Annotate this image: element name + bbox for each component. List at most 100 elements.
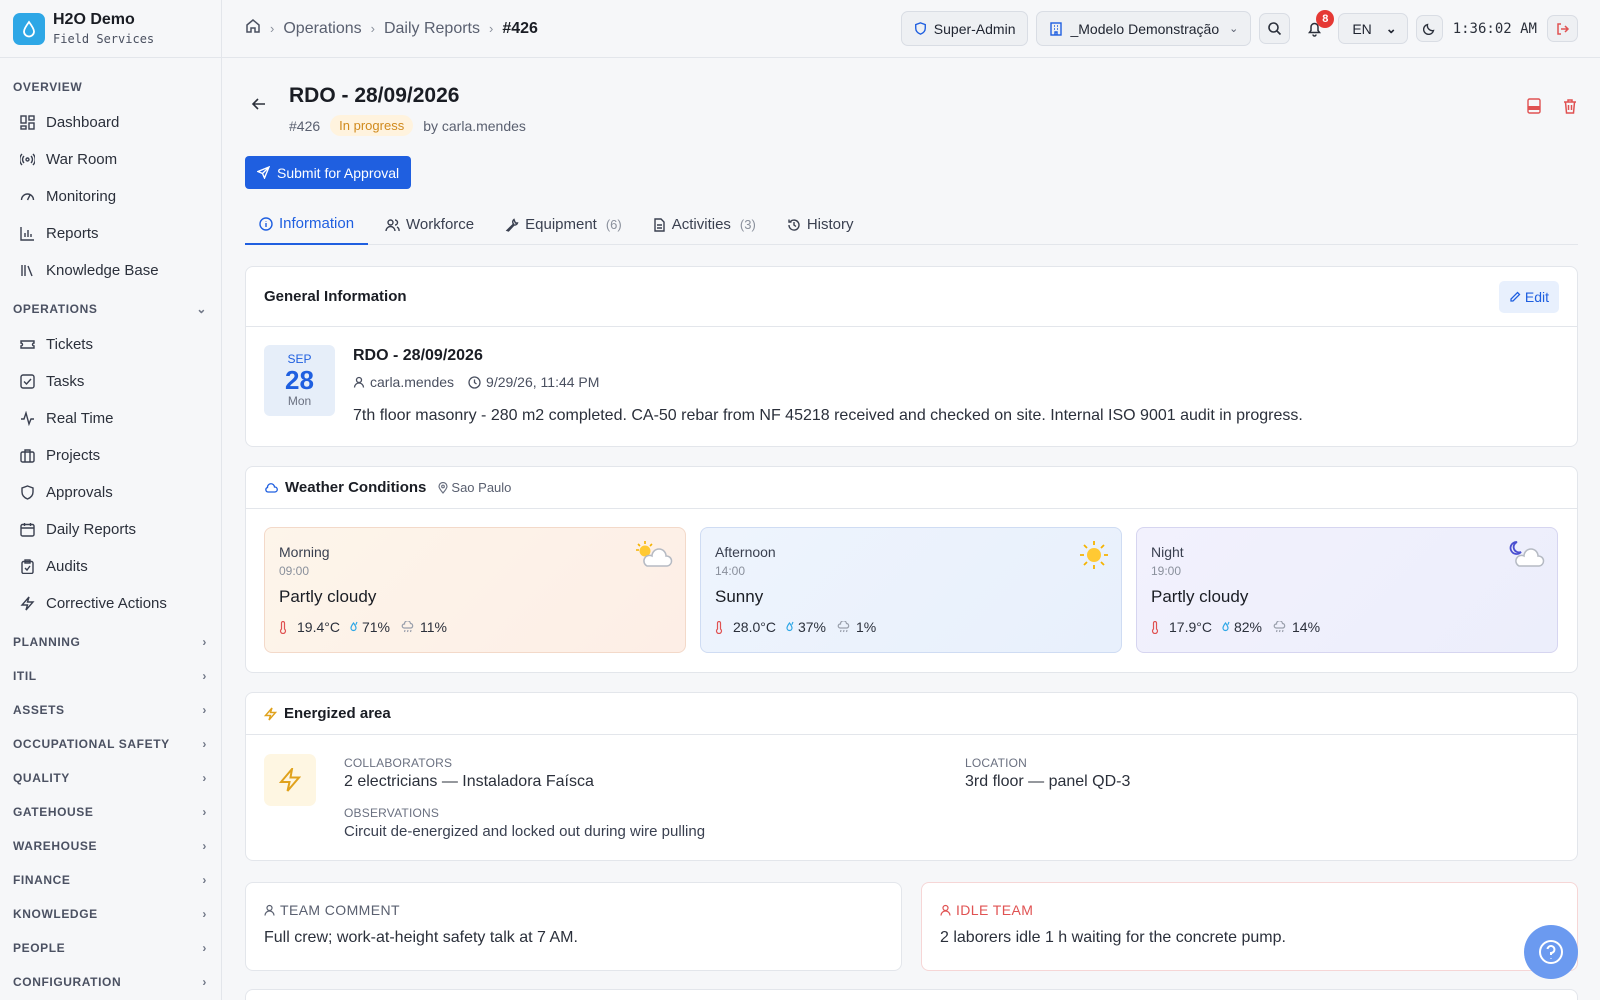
section-warehouse[interactable]: WAREHOUSE ›	[0, 829, 221, 863]
pin-icon	[438, 481, 449, 494]
sidebar-item-knowledge-base[interactable]: Knowledge Base	[0, 252, 221, 289]
sidebar-item-reports[interactable]: Reports	[0, 215, 221, 252]
sidebar-item-war-room[interactable]: War Room	[0, 141, 221, 178]
next-card-edge	[245, 989, 1578, 1000]
topbar: › Operations › Daily Reports › #426 Supe…	[222, 0, 1600, 58]
weather-temp: 17.9°C	[1169, 619, 1212, 635]
header-actions	[1526, 98, 1578, 114]
sidebar-item-daily-reports[interactable]: Daily Reports	[0, 511, 221, 548]
section-itil[interactable]: ITIL ›	[0, 659, 221, 693]
tab-workforce[interactable]: Workforce	[371, 204, 488, 245]
weather-period: Morning	[279, 544, 330, 560]
team-comment-card: TEAM COMMENT Full crew; work-at-height s…	[245, 882, 902, 971]
brand-subtitle: Field Services	[53, 32, 155, 46]
weather-afternoon: Afternoon 14:00 Sunny 28.0°C 37% 1%	[700, 527, 1122, 653]
tab-activities[interactable]: Activities (3)	[639, 204, 770, 245]
section-people[interactable]: PEOPLE ›	[0, 931, 221, 965]
weather-stats: 17.9°C 82% 14%	[1151, 619, 1543, 635]
tab-bar: Information Workforce Equipment (6) Acti…	[245, 204, 1578, 245]
sidebar-item-label: Monitoring	[46, 188, 117, 205]
page-header: RDO - 28/09/2026 #426 In progress by car…	[245, 58, 1578, 140]
calendar-icon	[19, 522, 35, 538]
logout-button[interactable]	[1547, 15, 1578, 42]
broadcast-icon	[19, 152, 35, 168]
weather-humidity: 82%	[1233, 619, 1262, 635]
search-button[interactable]	[1259, 13, 1291, 44]
notifications-button[interactable]: 8	[1299, 10, 1335, 44]
section-quality[interactable]: QUALITY ›	[0, 761, 221, 795]
section-overview: OVERVIEW	[13, 80, 83, 94]
submit-for-approval-button[interactable]: Submit for Approval	[245, 156, 412, 189]
pdf-icon[interactable]	[1526, 98, 1542, 114]
entry-description: 7th floor masonry - 280 m2 completed. CA…	[353, 407, 1303, 424]
section-finance[interactable]: FINANCE ›	[0, 863, 221, 897]
lightning-icon	[264, 754, 316, 806]
card-title: General Information	[246, 267, 1577, 327]
weather-rain: 14%	[1292, 619, 1321, 635]
rain-icon	[836, 621, 850, 633]
chevron-right-icon: ›	[202, 907, 207, 921]
sidebar-item-projects[interactable]: Projects	[0, 437, 221, 474]
weather-morning: Morning 09:00 Partly cloudy 19.4°C 71% 1…	[264, 527, 686, 653]
back-arrow-icon[interactable]	[251, 96, 267, 117]
page-title: RDO - 28/09/2026	[289, 84, 460, 107]
sidebar-item-monitoring[interactable]: Monitoring	[0, 178, 221, 215]
chevron-right-icon: ›	[202, 805, 207, 819]
sidebar-item-label: Knowledge Base	[46, 262, 159, 279]
field-label: OBSERVATIONS	[344, 806, 440, 820]
sidebar-item-real-time[interactable]: Real Time	[0, 400, 221, 437]
edit-label: Edit	[1524, 289, 1549, 305]
section-gatehouse[interactable]: GATEHOUSE ›	[0, 795, 221, 829]
section-assets[interactable]: ASSETS ›	[0, 693, 221, 727]
sidebar-item-tasks[interactable]: Tasks	[0, 363, 221, 400]
moon-icon	[1422, 22, 1436, 35]
entry-title: RDO - 28/09/2026	[353, 347, 483, 364]
user-icon	[264, 904, 275, 916]
chevron-right-icon: ›	[202, 839, 207, 853]
help-button[interactable]	[1524, 925, 1578, 979]
chevron-down-icon: ⌄	[196, 302, 207, 316]
field-value: 3rd floor — panel QD-3	[965, 773, 1131, 790]
entry-meta: carla.mendes 9/29/26, 11:44 PM	[353, 374, 599, 390]
sidebar-item-corrective-actions[interactable]: Corrective Actions	[0, 585, 221, 622]
section-operations[interactable]: OPERATIONS ⌄	[0, 292, 221, 326]
home-icon[interactable]	[245, 18, 261, 39]
chevron-right-icon: ›	[370, 21, 375, 36]
breadcrumb-daily-reports[interactable]: Daily Reports	[384, 20, 480, 38]
entry-user: carla.mendes	[370, 374, 455, 390]
tenant-selector[interactable]: _Modelo Demonstração ⌄	[1036, 11, 1252, 46]
tab-information[interactable]: Information	[245, 204, 369, 245]
general-information-card: General Information Edit SEP 28 Mon RDO …	[245, 266, 1578, 447]
tab-equipment[interactable]: Equipment (6)	[491, 204, 636, 245]
trash-icon[interactable]	[1562, 98, 1578, 114]
sidebar-item-audits[interactable]: Audits	[0, 548, 221, 585]
sidebar-item-tickets[interactable]: Tickets	[0, 326, 221, 363]
language-select[interactable]: EN ⌄	[1338, 13, 1408, 44]
breadcrumb: › Operations › Daily Reports › #426	[245, 18, 538, 39]
chevron-right-icon: ›	[202, 703, 207, 717]
card-title: Energized area	[246, 693, 1577, 735]
sidebar-item-label: Daily Reports	[46, 521, 137, 538]
breadcrumb-operations[interactable]: Operations	[283, 20, 361, 38]
section-planning[interactable]: PLANNING ›	[0, 625, 221, 659]
edit-button[interactable]: Edit	[1498, 281, 1559, 313]
role-badge[interactable]: Super-Admin	[900, 11, 1029, 46]
thermometer-icon	[279, 620, 287, 634]
tab-label: Workforce	[406, 216, 475, 233]
tab-history[interactable]: History	[773, 204, 868, 245]
chevron-right-icon: ›	[202, 771, 207, 785]
main-content: RDO - 28/09/2026 #426 In progress by car…	[245, 58, 1578, 1000]
sidebar-item-dashboard[interactable]: Dashboard	[0, 104, 221, 141]
section-knowledge[interactable]: KNOWLEDGE ›	[0, 897, 221, 931]
card-title: Weather Conditions Sao Paulo	[246, 467, 1577, 509]
shield-icon	[914, 22, 927, 35]
breadcrumb-current: #426	[502, 19, 538, 37]
section-occupational-safety[interactable]: OCCUPATIONAL SAFETY ›	[0, 727, 221, 761]
chevron-right-icon: ›	[202, 635, 207, 649]
theme-toggle[interactable]	[1415, 15, 1443, 42]
collaborators-field: COLLABORATORS 2 electricians — Instalado…	[344, 756, 594, 791]
brand[interactable]: H2O Demo Field Services	[0, 0, 221, 58]
sidebar-item-approvals[interactable]: Approvals	[0, 474, 221, 511]
section-configuration[interactable]: CONFIGURATION ›	[0, 965, 221, 999]
gauge-icon	[19, 189, 35, 205]
